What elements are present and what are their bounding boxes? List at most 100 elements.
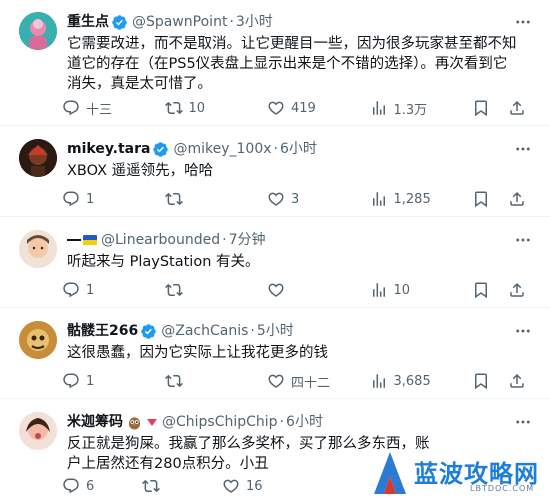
reply-icon <box>62 99 80 117</box>
share-button[interactable] <box>508 372 526 390</box>
avatar[interactable] <box>19 321 57 359</box>
display-name[interactable]: mikey.tara <box>67 139 150 159</box>
tweet-text: 这很愚蠢，因为它实际上让我花更多的钱 <box>67 345 328 361</box>
handle[interactable]: @ChipsChipChip <box>162 412 278 432</box>
views-icon <box>370 281 388 299</box>
share-button[interactable] <box>508 281 526 299</box>
retweet-button[interactable] <box>142 477 222 495</box>
more-options-icon[interactable] <box>514 13 532 31</box>
bookmark-button[interactable] <box>472 190 490 208</box>
heart-icon <box>267 372 285 390</box>
avatar[interactable] <box>19 139 57 177</box>
action-bar: 十三 10 419 1.3万 <box>62 98 526 118</box>
display-name[interactable] <box>67 235 97 245</box>
bookmark-button[interactable] <box>472 372 490 390</box>
reply-icon <box>62 372 80 390</box>
retweet-button[interactable]: 10 <box>165 99 245 117</box>
like-button[interactable]: 16 <box>222 477 302 495</box>
retweet-button[interactable] <box>165 281 245 299</box>
retweet-icon <box>165 99 183 117</box>
timestamp[interactable]: 7分钟 <box>229 230 266 250</box>
like-button[interactable]: 3 <box>267 190 347 208</box>
like-button[interactable]: 419 <box>267 99 347 117</box>
views-button[interactable]: 1.3万 <box>370 99 450 118</box>
retweet-icon <box>165 281 183 299</box>
tweet-header: 骷髅王266 @ZachCanis · 5小时 <box>67 321 294 341</box>
verified-badge-icon <box>111 14 128 31</box>
action-bar: 6 16 <box>62 476 290 496</box>
timestamp[interactable]: 5小时 <box>257 321 294 341</box>
watermark-subtext: LBTDOC.COM <box>470 484 535 493</box>
display-name[interactable]: 重生点 <box>67 12 109 32</box>
bookmark-button[interactable] <box>472 99 490 117</box>
like-button[interactable]: 四十二 <box>267 372 347 391</box>
tweet-2[interactable]: mikey.tara @mikey_100x · 6小时 XBOX 遥遥领先，哈… <box>0 127 550 217</box>
avatar[interactable] <box>19 412 57 450</box>
tweet-header: @Linearbounded · 7分钟 <box>67 230 265 250</box>
timestamp[interactable]: 3小时 <box>236 12 273 32</box>
name-dash <box>67 239 81 241</box>
reply-button[interactable]: 1 <box>62 372 142 390</box>
display-name[interactable]: 骷髅王266 <box>67 321 138 341</box>
handle[interactable]: @mikey_100x <box>173 139 271 159</box>
views-button[interactable]: 3,685 <box>370 372 450 390</box>
share-icon <box>508 372 526 390</box>
bookmark-icon <box>472 190 490 208</box>
share-icon <box>508 281 526 299</box>
bookmark-icon <box>472 99 490 117</box>
tweet-4[interactable]: 骷髅王266 @ZachCanis · 5小时 这很愚蠢，因为它实际上让我花更多… <box>0 309 550 399</box>
owl-emoji-icon <box>127 415 142 430</box>
tweet-3[interactable]: @Linearbounded · 7分钟 听起来与 PlayStation 有关… <box>0 218 550 308</box>
share-button[interactable] <box>508 190 526 208</box>
handle[interactable]: @ZachCanis <box>161 321 248 341</box>
action-bar: 1 10 <box>62 280 526 300</box>
share-button[interactable] <box>508 99 526 117</box>
reply-button[interactable]: 1 <box>62 190 142 208</box>
tweet-text: XBOX 遥遥领先，哈哈 <box>67 163 214 179</box>
heart-icon <box>222 477 240 495</box>
reply-icon <box>62 190 80 208</box>
heart-icon <box>267 281 285 299</box>
retweet-icon <box>165 190 183 208</box>
tweet-header: 重生点 @SpawnPoint · 3小时 <box>67 12 273 32</box>
reply-button[interactable]: 6 <box>62 477 142 495</box>
watermark-logo-icon <box>374 452 406 494</box>
more-options-icon[interactable] <box>514 322 532 340</box>
avatar[interactable] <box>19 230 57 268</box>
share-icon <box>508 99 526 117</box>
verified-badge-icon <box>140 323 157 340</box>
retweet-button[interactable] <box>165 372 245 390</box>
reply-button[interactable]: 1 <box>62 281 142 299</box>
retweet-button[interactable] <box>165 190 245 208</box>
more-options-icon[interactable] <box>514 231 532 249</box>
like-button[interactable] <box>267 281 347 299</box>
ukraine-flag-icon <box>83 235 97 245</box>
views-icon <box>370 99 388 117</box>
avatar[interactable] <box>19 12 57 50</box>
reply-icon <box>62 477 80 495</box>
timestamp[interactable]: 6小时 <box>280 139 317 159</box>
action-bar: 1 3 1,285 <box>62 189 526 209</box>
bookmark-icon <box>472 281 490 299</box>
timestamp[interactable]: 6小时 <box>286 412 323 432</box>
tweet-1[interactable]: 重生点 @SpawnPoint · 3小时 它需要改进，而不是取消。让它更醒目一… <box>0 0 550 126</box>
share-icon <box>508 190 526 208</box>
more-options-icon[interactable] <box>514 140 532 158</box>
more-options-icon[interactable] <box>514 413 532 431</box>
tweet-header: 米迦筹码 @ChipsChipChip · 6小时 <box>67 412 323 432</box>
bookmark-icon <box>472 372 490 390</box>
retweet-icon <box>142 477 160 495</box>
handle[interactable]: @Linearbounded <box>101 230 220 250</box>
handle[interactable]: @SpawnPoint <box>132 12 227 32</box>
bookmark-button[interactable] <box>472 281 490 299</box>
tweet-text: 它需要改进，而不是取消。让它更醒目一些，因为很多玩家甚至都不知道它的存在（在PS… <box>67 36 517 92</box>
action-bar: 1 四十二 3,685 <box>62 371 526 391</box>
display-name[interactable]: 米迦筹码 <box>67 412 123 432</box>
heart-icon <box>267 99 285 117</box>
views-button[interactable]: 1,285 <box>370 190 450 208</box>
views-icon <box>370 372 388 390</box>
views-button[interactable]: 10 <box>370 281 450 299</box>
reply-button[interactable]: 十三 <box>62 99 142 118</box>
views-icon <box>370 190 388 208</box>
reply-icon <box>62 281 80 299</box>
